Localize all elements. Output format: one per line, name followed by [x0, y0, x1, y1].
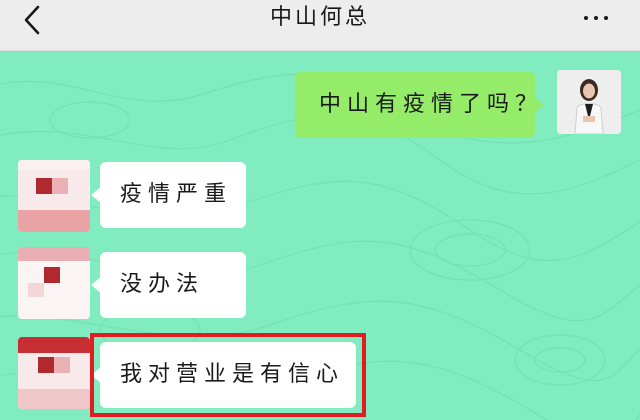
- my-message-bubble[interactable]: 中山有疫情了吗？: [295, 72, 544, 138]
- my-avatar[interactable]: [557, 70, 621, 134]
- contact-message-bubble[interactable]: 没办法: [91, 252, 246, 318]
- contact-avatar[interactable]: [18, 160, 90, 232]
- contact-avatar[interactable]: [18, 247, 90, 319]
- avatar-pixelated: [18, 160, 90, 232]
- contact-avatar[interactable]: [18, 337, 90, 409]
- highlight-annotation-box: [90, 333, 366, 417]
- chat-title: 中山何总: [269, 5, 370, 30]
- more-dots-icon: [604, 16, 608, 20]
- contact-message-bubble[interactable]: 疫情严重: [91, 162, 246, 228]
- more-dots-icon: [594, 16, 598, 20]
- chat-header: 中山何总: [0, 0, 640, 51]
- chat-screen: 中山何总 中山有疫情了吗？ 疫情严重 没办法 我对营业是有信心: [0, 0, 640, 420]
- more-button[interactable]: [578, 2, 614, 34]
- avatar-photo: [557, 70, 621, 134]
- avatar-pixelated: [18, 337, 90, 409]
- more-dots-icon: [584, 16, 588, 20]
- avatar-pixelated: [18, 247, 90, 319]
